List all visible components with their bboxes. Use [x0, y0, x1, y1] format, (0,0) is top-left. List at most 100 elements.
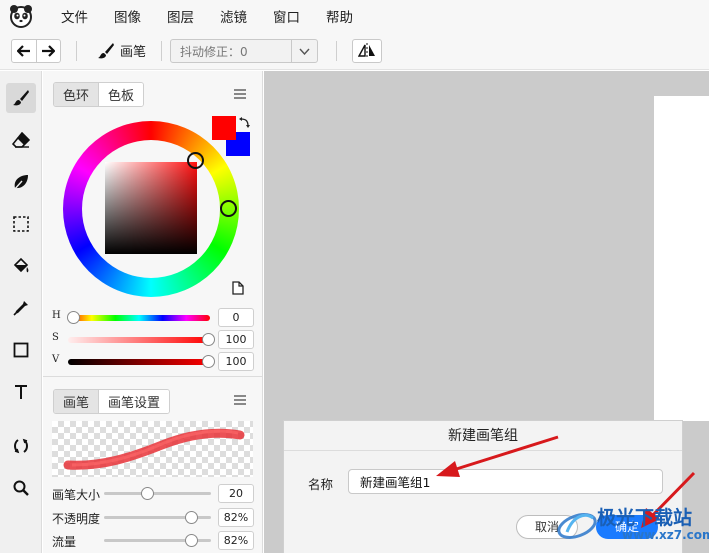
hue-slider-knob[interactable]	[67, 311, 80, 324]
value-slider-knob[interactable]	[202, 355, 215, 368]
name-label: 名称	[308, 477, 334, 492]
tools-sidebar	[0, 71, 42, 553]
flip-horizontal-button[interactable]	[352, 39, 382, 63]
brush-size-value[interactable]: 20	[218, 484, 254, 503]
saturation-slider-knob[interactable]	[202, 333, 215, 346]
tool-eyedropper[interactable]	[6, 293, 36, 323]
saturation-slider-row: S 100	[52, 330, 254, 349]
opacity-label: 不透明度	[52, 512, 101, 526]
saturation-label: S	[52, 332, 59, 343]
menu-window[interactable]: 窗口	[260, 6, 313, 26]
tool-shape[interactable]	[6, 335, 36, 365]
value-slider-row: V 100	[52, 352, 254, 371]
undo-icon	[16, 45, 30, 57]
flip-horizontal-icon	[358, 43, 375, 59]
panel-divider	[43, 376, 263, 377]
flow-knob[interactable]	[185, 534, 199, 547]
tab-brush-settings[interactable]: 画笔设置	[98, 390, 170, 413]
swap-colors-icon[interactable]	[238, 117, 250, 129]
saturation-value-square[interactable]	[105, 162, 197, 254]
color-brush-panel: 色环 色板 H 0 S 100 V 100 画笔 画笔设置 画笔大小 20 不透…	[43, 71, 263, 553]
hue-value[interactable]: 0	[218, 308, 254, 327]
sv-picker-ring[interactable]	[187, 152, 204, 169]
watermark-url: www.xz7.com	[622, 528, 709, 542]
drawing-canvas[interactable]	[654, 96, 709, 421]
toolbar-separator	[161, 41, 162, 61]
menu-file[interactable]: 文件	[48, 6, 101, 26]
tab-color-swatches[interactable]: 色板	[98, 83, 144, 106]
undo-button[interactable]	[12, 40, 36, 62]
toolbar-separator	[76, 41, 77, 61]
watermark-text: 极光下载站	[597, 507, 693, 529]
brush-icon	[13, 90, 29, 106]
brush-stroke-preview-graphic	[63, 428, 245, 470]
tool-brush[interactable]	[6, 83, 36, 113]
brush-size-label: 画笔大小	[52, 488, 101, 502]
brush-tool-indicator[interactable]: 画笔	[97, 41, 146, 60]
primary-color-swatch[interactable]	[212, 116, 236, 140]
watermark-logo-icon	[557, 513, 597, 539]
redo-button[interactable]	[35, 40, 61, 62]
tab-color-wheel[interactable]: 色环	[54, 83, 99, 106]
tool-text[interactable]	[6, 377, 36, 407]
menu-layer[interactable]: 图层	[154, 6, 207, 26]
document-icon[interactable]	[232, 281, 244, 295]
brush-size-knob[interactable]	[141, 487, 155, 500]
brush-tabs: 画笔 画笔设置	[53, 389, 171, 414]
tab-brush[interactable]: 画笔	[54, 390, 99, 413]
eyedropper-icon	[13, 301, 28, 316]
value-value[interactable]: 100	[218, 352, 254, 371]
paint-bucket-icon	[13, 257, 29, 273]
menu-help[interactable]: 帮助	[313, 6, 366, 26]
flow-value[interactable]: 82%	[218, 531, 254, 550]
saturation-slider[interactable]	[68, 337, 210, 343]
hue-slider[interactable]	[68, 315, 210, 321]
rectangle-icon	[13, 342, 29, 358]
flow-row: 流量 82%	[52, 531, 254, 550]
value-slider[interactable]	[68, 359, 210, 365]
tool-selection[interactable]	[6, 209, 36, 239]
brush-panel-menu-icon[interactable]	[234, 395, 246, 405]
toolbar-separator	[336, 41, 337, 61]
eraser-icon	[12, 132, 30, 148]
dialog-title: 新建画笔组	[284, 421, 682, 451]
marquee-select-icon	[13, 216, 29, 232]
hue-label: H	[52, 310, 61, 321]
watermark: 极光下载站 www.xz7.com	[555, 500, 709, 553]
swap-arrows-icon	[14, 438, 28, 454]
menu-image[interactable]: 图像	[101, 6, 154, 26]
tool-smudge[interactable]	[6, 167, 36, 197]
opacity-knob[interactable]	[185, 511, 199, 524]
opacity-row: 不透明度 82%	[52, 508, 254, 527]
brush-icon	[98, 42, 114, 58]
tool-swap[interactable]	[6, 431, 36, 461]
brush-stroke-preview	[52, 421, 253, 477]
redo-icon	[42, 45, 56, 57]
search-icon	[13, 480, 29, 496]
hue-picker-ring[interactable]	[220, 200, 237, 217]
saturation-value[interactable]: 100	[218, 330, 254, 349]
group-name-input[interactable]	[348, 469, 663, 494]
undo-redo-group	[11, 39, 61, 63]
flow-label: 流量	[52, 535, 77, 549]
app-logo-icon	[10, 5, 32, 28]
brush-size-row: 画笔大小 20	[52, 484, 254, 503]
color-mode-tabs: 色环 色板	[53, 82, 145, 107]
chevron-down-icon	[291, 40, 317, 62]
value-label: V	[52, 354, 60, 365]
text-icon	[15, 385, 27, 399]
jitter-correction-value: 抖动修正：0	[180, 44, 248, 59]
menu-bar: 文件 图像 图层 滤镜 窗口 帮助	[0, 0, 709, 32]
tool-eraser[interactable]	[6, 125, 36, 155]
brush-label: 画笔	[120, 45, 147, 60]
leaf-icon	[13, 175, 28, 191]
menu-filter[interactable]: 滤镜	[207, 6, 260, 26]
tool-fill[interactable]	[6, 251, 36, 281]
panel-menu-icon[interactable]	[234, 89, 246, 99]
hue-slider-row: H 0	[52, 308, 254, 327]
brush-size-slider[interactable]	[104, 492, 211, 495]
jitter-correction-select[interactable]: 抖动修正：0	[170, 39, 318, 63]
tool-zoom[interactable]	[6, 473, 36, 503]
opacity-value[interactable]: 82%	[218, 508, 254, 527]
tool-options-bar: 画笔 抖动修正：0	[0, 32, 709, 70]
